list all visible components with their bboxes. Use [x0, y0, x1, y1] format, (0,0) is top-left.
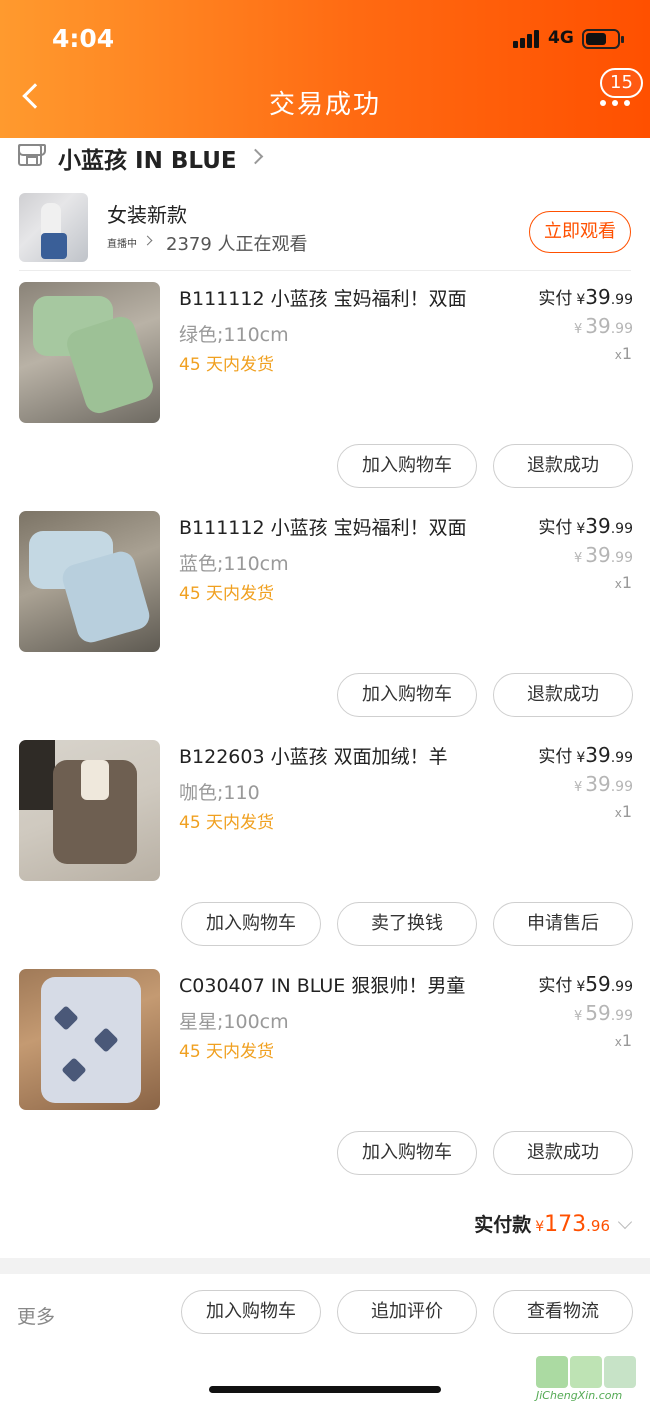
more-link[interactable]: 更多 — [17, 1302, 55, 1329]
product-name: B122603 小蓝孩 双面加绒！羊 — [179, 746, 448, 768]
shop-name: 小蓝孩 IN BLUE — [58, 148, 237, 174]
add-to-cart-button[interactable]: 加入购物车 — [181, 902, 321, 946]
paid-price: 实付 ¥59.99 — [538, 972, 633, 996]
quantity: x1 — [614, 1031, 632, 1050]
order-total[interactable]: 实付款 ¥173.96 — [474, 1210, 633, 1237]
shipping-note: 45 天内发货 — [179, 813, 275, 833]
product-spec: 蓝色;110cm — [179, 553, 289, 575]
signal-icon — [513, 30, 541, 48]
quantity: x1 — [614, 573, 632, 592]
watermark-logo: JiChengXin.com — [536, 1356, 636, 1402]
paid-price: 实付 ¥39.99 — [538, 743, 633, 767]
network-label: 4G — [548, 28, 574, 48]
message-count-badge: 15 — [600, 68, 643, 98]
product-thumbnail[interactable] — [19, 969, 160, 1110]
shipping-note: 45 天内发货 — [179, 584, 275, 604]
product-name: B111112 小蓝孩 宝妈福利！双面 — [179, 288, 467, 310]
product-name: C030407 IN BLUE 狠狠帅！男童 — [179, 975, 466, 997]
product-spec: 绿色;110cm — [179, 324, 289, 346]
add-to-cart-button[interactable]: 加入购物车 — [337, 673, 477, 717]
quantity: x1 — [614, 344, 632, 363]
live-status-tag: 直播中 — [107, 239, 137, 250]
resell-button[interactable]: 卖了换钱 — [337, 902, 477, 946]
order-item[interactable]: C030407 IN BLUE 狠狠帅！男童 星星;100cm 45 天内发货 … — [0, 969, 650, 1189]
refund-success-button[interactable]: 退款成功 — [493, 1131, 633, 1175]
original-price: ¥39.99 — [574, 543, 633, 567]
watermark-text: JiChengXin.com — [536, 1389, 623, 1402]
original-price: ¥39.99 — [574, 772, 633, 796]
watch-live-button[interactable]: 立即观看 — [529, 211, 631, 253]
more-icon[interactable] — [598, 98, 632, 108]
refund-success-button[interactable]: 退款成功 — [493, 444, 633, 488]
after-sales-button[interactable]: 申请售后 — [493, 902, 633, 946]
header-bar: 4:04 4G 交易成功 15 — [0, 0, 650, 138]
divider — [19, 270, 631, 271]
order-item[interactable]: B111112 小蓝孩 宝妈福利！双面 绿色;110cm 45 天内发货 实付 ¥… — [0, 282, 650, 502]
product-spec: 咖色;110 — [179, 782, 260, 804]
paid-price: 实付 ¥39.99 — [538, 514, 633, 538]
product-name: B111112 小蓝孩 宝妈福利！双面 — [179, 517, 467, 539]
live-title: 女装新款 — [107, 203, 187, 227]
product-spec: 星星;100cm — [179, 1011, 289, 1033]
shop-link[interactable]: 小蓝孩 IN BLUE — [18, 141, 418, 174]
add-to-cart-button[interactable]: 加入购物车 — [337, 444, 477, 488]
home-indicator[interactable] — [209, 1386, 441, 1393]
live-thumbnail[interactable] — [19, 193, 88, 262]
add-review-button[interactable]: 追加评价 — [337, 1290, 477, 1334]
status-time: 4:04 — [52, 24, 115, 53]
order-item[interactable]: B111112 小蓝孩 宝妈福利！双面 蓝色;110cm 45 天内发货 实付 ¥… — [0, 511, 650, 731]
view-logistics-button[interactable]: 查看物流 — [493, 1290, 633, 1334]
product-thumbnail[interactable] — [19, 511, 160, 652]
original-price: ¥39.99 — [574, 314, 633, 338]
order-item[interactable]: B122603 小蓝孩 双面加绒！羊 咖色;110 45 天内发货 实付 ¥39.… — [0, 740, 650, 960]
quantity: x1 — [614, 802, 632, 821]
chevron-down-icon — [617, 1214, 633, 1230]
add-to-cart-button[interactable]: 加入购物车 — [337, 1131, 477, 1175]
original-price: ¥59.99 — [574, 1001, 633, 1025]
total-label: 实付款 — [474, 1214, 532, 1236]
live-viewer-count: 2379 人正在观看 — [166, 234, 308, 255]
shop-icon — [18, 144, 46, 166]
product-thumbnail[interactable] — [19, 282, 160, 423]
refund-success-button[interactable]: 退款成功 — [493, 673, 633, 717]
battery-icon — [582, 29, 624, 49]
shipping-note: 45 天内发货 — [179, 355, 275, 375]
add-to-cart-button[interactable]: 加入购物车 — [181, 1290, 321, 1334]
shipping-note: 45 天内发货 — [179, 1042, 275, 1062]
chevron-right-icon — [247, 148, 264, 165]
paid-price: 实付 ¥39.99 — [538, 285, 633, 309]
page-title: 交易成功 — [268, 90, 381, 120]
action-footer: 更多 加入购物车 追加评价 查看物流 JiChengXin.com — [0, 1274, 650, 1406]
product-thumbnail[interactable] — [19, 740, 160, 881]
